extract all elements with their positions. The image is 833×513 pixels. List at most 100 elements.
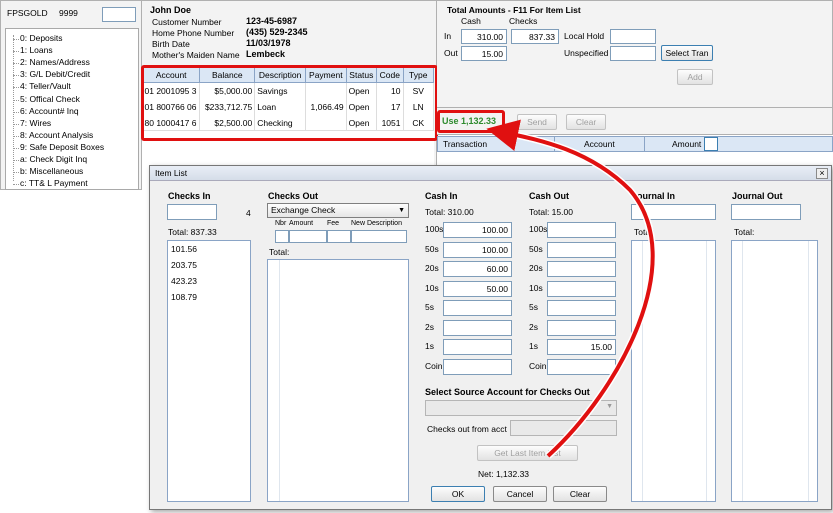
cash-in-denom-field[interactable] (443, 358, 512, 375)
menu-item[interactable]: 1: Loans (20, 45, 53, 55)
customer-field-value: Lembeck (246, 49, 286, 59)
checks-in-heading: Checks In (168, 191, 211, 201)
tran-col-amount: Amount (672, 139, 702, 149)
denomination-label: 100s (529, 224, 548, 234)
local-hold-field[interactable] (610, 29, 656, 44)
cash-out-denom-field[interactable] (547, 358, 616, 375)
menu-item[interactable]: 7: Wires (20, 118, 51, 128)
cash-out-denom-field[interactable] (547, 241, 616, 258)
checks-in-count: 4 (246, 208, 251, 218)
tree-connector (13, 184, 19, 186)
cash-in-denom-field[interactable]: 100.00 (443, 222, 512, 238)
menu-item[interactable]: 9: Safe Deposit Boxes (20, 142, 104, 152)
item-list-title: Item List (155, 168, 188, 178)
local-hold-label: Local Hold (564, 31, 605, 41)
checks-in-total: Total: 837.33 (168, 227, 217, 237)
checks-from-acct-field[interactable] (510, 420, 617, 436)
denomination-label: 5s (425, 302, 434, 312)
out-label: Out (444, 48, 458, 58)
cash-out-denom-field[interactable] (547, 280, 616, 297)
app-name: FPSGOLD (7, 8, 48, 18)
cash-out-denom-field[interactable]: 15.00 (547, 339, 616, 355)
cash-in-denom-field[interactable] (443, 300, 512, 316)
journal-out-list[interactable] (731, 240, 818, 502)
close-icon[interactable]: × (816, 168, 828, 179)
ok-button[interactable]: OK (431, 486, 485, 502)
checks-out-col-input[interactable] (351, 230, 407, 243)
menu-item[interactable]: c: TT& L Payment (20, 178, 88, 188)
checks-out-heading: Checks Out (268, 191, 319, 201)
cash-in-denom-field[interactable]: 60.00 (443, 261, 512, 277)
journal-in-input[interactable] (631, 204, 716, 220)
customer-field-value: 11/03/1978 (246, 38, 291, 48)
add-button[interactable]: Add (677, 69, 713, 85)
source-account-select[interactable]: ▼ (425, 400, 617, 416)
customer-field-label: Customer Number (152, 17, 222, 27)
menu-item[interactable]: b: Miscellaneous (20, 166, 83, 176)
cash-in-denom-field[interactable]: 100.00 (443, 241, 512, 258)
cash-out-denom-field[interactable] (547, 261, 616, 277)
cash-out-denom-field[interactable] (547, 222, 616, 238)
clear-button-main[interactable]: Clear (566, 114, 606, 130)
get-last-item-list-button[interactable]: Get Last Item List (477, 445, 578, 461)
journal-out-total: Total: (734, 227, 755, 237)
tran-col-account: Account (584, 139, 615, 149)
journal-in-list[interactable] (631, 240, 716, 502)
checks-out-col-input[interactable] (289, 230, 327, 243)
send-button[interactable]: Send (517, 114, 557, 130)
branch-input[interactable] (102, 7, 136, 22)
cash-out-total: Total: 15.00 (529, 207, 573, 217)
list-item[interactable]: 203.75 (168, 257, 250, 273)
cash-in-total: Total: 310.00 (425, 207, 474, 217)
journal-out-input[interactable] (731, 204, 801, 220)
menu-item[interactable]: a: Check Digit Inq (20, 154, 87, 164)
denomination-label: 1s (425, 341, 434, 351)
checks-in-list[interactable]: 101.56 203.75 423.23 108.79 (167, 240, 251, 502)
cash-in-denom-field[interactable]: 50.00 (443, 280, 512, 297)
denomination-label: Coin (425, 360, 443, 371)
checks-out-type-select[interactable]: Exchange Check ▼ (267, 203, 409, 218)
checks-out-list[interactable] (267, 259, 409, 502)
checks-out-entry-row: Nbr Amount Fee New Description (267, 220, 409, 244)
item-list-dialog: Item List × Checks In 4 Total: 837.33 10… (149, 165, 832, 510)
cash-in-heading: Cash In (425, 191, 458, 201)
menu-item[interactable]: 6: Account# Inq (20, 106, 79, 116)
cash-in-denom-field[interactable] (443, 319, 512, 336)
checks-out-col-input[interactable] (275, 230, 289, 243)
totals-panel: Total Amounts - F11 For Item List Cash C… (437, 0, 833, 108)
item-list-titlebar: Item List × (150, 166, 831, 181)
menu-item[interactable]: 2: Names/Address (20, 57, 90, 67)
journal-in-heading: Journal In (632, 191, 676, 201)
totals-title: Total Amounts - F11 For Item List (447, 5, 581, 15)
list-item[interactable]: 101.56 (168, 241, 250, 257)
checks-out-col-label: Amount (289, 220, 314, 227)
checks-in-input[interactable] (167, 204, 217, 220)
menu-item[interactable]: 5: Offical Check (20, 94, 80, 104)
menu-item[interactable]: 4: Teller/Vault (20, 81, 71, 91)
list-item[interactable]: 423.23 (168, 273, 250, 289)
cash-in-denom-field[interactable] (443, 339, 512, 355)
menu-item[interactable]: 8: Account Analysis (20, 130, 93, 140)
clear-button[interactable]: Clear (553, 486, 607, 502)
cash-out-denom-field[interactable] (547, 300, 616, 316)
checks-out-col-input[interactable] (327, 230, 351, 243)
menu-item[interactable]: 3: G/L Debit/Credit (20, 69, 90, 79)
checks-out-total: Total: (269, 247, 290, 257)
transactions-header: Transaction Account Amount (437, 136, 833, 152)
in-cash-field[interactable]: 310.00 (461, 29, 507, 44)
denomination-label: 10s (425, 282, 439, 293)
menu-item[interactable]: 0: Deposits (20, 33, 63, 43)
unspecified-field[interactable] (610, 46, 656, 61)
accounts-highlight (141, 65, 438, 141)
customer-field-value: (435) 529-2345 (246, 27, 308, 37)
denomination-label: 20s (529, 263, 543, 273)
checks-out-col-label: Fee (327, 220, 340, 227)
in-checks-field[interactable]: 837.33 (511, 29, 559, 44)
cash-out-denom-field[interactable] (547, 319, 616, 336)
list-item[interactable]: 108.79 (168, 289, 250, 305)
select-tran-button[interactable]: Select Tran (661, 45, 713, 61)
in-label: In (444, 31, 452, 41)
checks-out-col-label: New Description (351, 220, 402, 227)
cancel-button[interactable]: Cancel (493, 486, 547, 502)
out-cash-field[interactable]: 15.00 (461, 46, 507, 61)
